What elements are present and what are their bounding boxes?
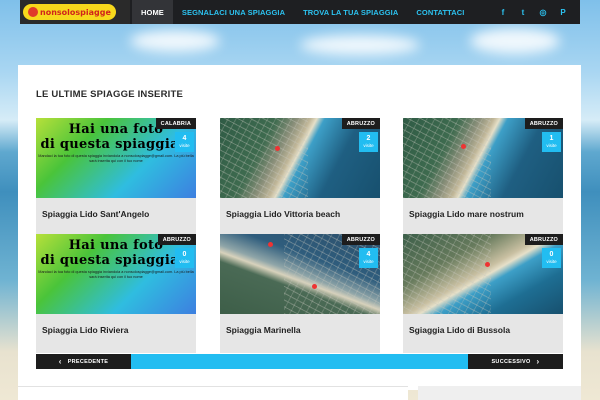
main-menu: HOME SEGNALACI UNA SPIAGGIA TROVA LA TUA… xyxy=(132,0,473,24)
background-cloud xyxy=(300,35,420,55)
previous-label: PRECEDENTE xyxy=(67,358,109,365)
map-pin-icon xyxy=(275,146,280,151)
background-cloud xyxy=(470,28,560,54)
map-pin-icon xyxy=(268,242,273,247)
region-badge: ABRUZZO xyxy=(157,234,196,245)
social-links: f t ◎ P xyxy=(498,8,580,17)
promo-line-2: di questa spiaggia ? xyxy=(40,253,192,268)
visits-badge: 4 visite xyxy=(359,248,378,268)
visits-label: visite xyxy=(179,143,190,148)
content-panel: LE ULTIME SPIAGGE INSERITE Hai una foto … xyxy=(18,65,581,390)
section-title: LE ULTIME SPIAGGE INSERITE xyxy=(36,89,184,100)
visits-badge: 2 visite xyxy=(359,132,378,152)
beach-title[interactable]: Spiaggia Lido Vittoria beach xyxy=(226,209,340,219)
satellite-map-image xyxy=(403,118,563,198)
visits-count: 0 xyxy=(182,251,187,258)
logo-text: nonsolospiagge xyxy=(40,7,111,17)
promo-small-text: Mandaci la tua foto di questa spiaggia i… xyxy=(38,270,194,279)
satellite-map-image xyxy=(220,234,380,314)
promo-image: Hai una foto di questa spiaggia ? Mandac… xyxy=(36,234,196,314)
visits-badge: 4 visite xyxy=(175,132,194,152)
beach-thumbnail xyxy=(403,234,563,314)
facebook-icon[interactable]: f xyxy=(498,8,508,17)
nav-item-contattaci[interactable]: CONTATTACI xyxy=(407,0,473,24)
satellite-map-image xyxy=(403,234,563,314)
promo-line-2: di questa spiaggia ? xyxy=(40,137,192,152)
visits-count: 0 xyxy=(549,251,554,258)
beach-card[interactable]: Hai una foto di questa spiaggia ? Mandac… xyxy=(36,118,196,237)
promo-line-1: Hai una foto xyxy=(68,122,164,137)
visits-label: visite xyxy=(363,143,374,148)
map-pin-icon xyxy=(461,144,466,149)
beach-card[interactable]: ABRUZZO 1 visite Spiaggia Lido mare nost… xyxy=(403,118,563,237)
visits-badge: 0 visite xyxy=(175,248,194,268)
visits-badge: 1 visite xyxy=(542,132,561,152)
beach-title[interactable]: Spiaggia Lido mare nostrum xyxy=(409,209,524,219)
promo-image: Hai una foto di questa spiaggia ? Mandac… xyxy=(36,118,196,198)
promo-line-1: Hai una foto xyxy=(68,238,164,253)
map-pin-icon xyxy=(312,284,317,289)
logo-badge: nonsolospiagge xyxy=(23,4,116,20)
beach-card[interactable]: ABRUZZO 2 visite Spiaggia Lido Vittoria … xyxy=(220,118,380,237)
beach-thumbnail xyxy=(403,118,563,198)
satellite-map-image xyxy=(220,118,380,198)
next-label: SUCCESSIVO xyxy=(491,358,531,365)
region-badge: ABRUZZO xyxy=(341,118,380,129)
region-badge: CALABRIA xyxy=(155,118,196,129)
sidebar-area xyxy=(418,386,581,400)
beach-title[interactable]: Sgiaggia Lido di Bussola xyxy=(409,325,510,335)
promo-small-text: Mandaci la tua foto di questa spiaggia i… xyxy=(38,154,194,163)
visits-count: 1 xyxy=(549,135,554,142)
visits-count: 4 xyxy=(366,251,371,258)
nav-item-home[interactable]: HOME xyxy=(132,0,173,24)
visits-label: visite xyxy=(546,143,557,148)
visits-label: visite xyxy=(179,259,190,264)
site-logo[interactable]: nonsolospiagge xyxy=(20,0,130,24)
visits-label: visite xyxy=(363,259,374,264)
beach-thumbnail xyxy=(220,118,380,198)
visits-count: 2 xyxy=(366,135,371,142)
map-pin-icon xyxy=(485,262,490,267)
instagram-icon[interactable]: ◎ xyxy=(538,8,548,17)
background-cloud xyxy=(130,30,220,52)
beach-title[interactable]: Spiaggia Lido Riviera xyxy=(42,325,128,335)
region-badge: ABRUZZO xyxy=(341,234,380,245)
beach-thumbnail: Hai una foto di questa spiaggia ? Mandac… xyxy=(36,118,196,198)
visits-badge: 0 visite xyxy=(542,248,561,268)
visits-count: 4 xyxy=(182,135,187,142)
pinterest-icon[interactable]: P xyxy=(558,8,568,17)
chevron-right-icon: › xyxy=(536,356,540,366)
nav-item-trova[interactable]: TROVA LA TUA SPIAGGIA xyxy=(294,0,407,24)
smiley-icon xyxy=(28,7,38,17)
pagination-bar: ‹ PRECEDENTE SUCCESSIVO › xyxy=(36,354,563,369)
next-button[interactable]: SUCCESSIVO › xyxy=(468,354,563,369)
twitter-icon[interactable]: t xyxy=(518,8,528,17)
visits-label: visite xyxy=(546,259,557,264)
beach-card[interactable]: Hai una foto di questa spiaggia ? Mandac… xyxy=(36,234,196,353)
beach-title[interactable]: Spiaggia Lido Sant'Angelo xyxy=(42,209,149,219)
beach-title[interactable]: Spiaggia Marinella xyxy=(226,325,301,335)
previous-button[interactable]: ‹ PRECEDENTE xyxy=(36,354,131,369)
footer-area xyxy=(18,386,408,400)
beach-thumbnail xyxy=(220,234,380,314)
beach-card[interactable]: ABRUZZO 0 visite Sgiaggia Lido di Bussol… xyxy=(403,234,563,353)
region-badge: ABRUZZO xyxy=(524,234,563,245)
beach-thumbnail: Hai una foto di questa spiaggia ? Mandac… xyxy=(36,234,196,314)
top-navigation-bar: nonsolospiagge HOME SEGNALACI UNA SPIAGG… xyxy=(20,0,580,24)
region-badge: ABRUZZO xyxy=(524,118,563,129)
beach-card[interactable]: ABRUZZO 4 visite Spiaggia Marinella xyxy=(220,234,380,353)
nav-item-segnalaci[interactable]: SEGNALACI UNA SPIAGGIA xyxy=(173,0,294,24)
chevron-left-icon: ‹ xyxy=(58,356,62,366)
